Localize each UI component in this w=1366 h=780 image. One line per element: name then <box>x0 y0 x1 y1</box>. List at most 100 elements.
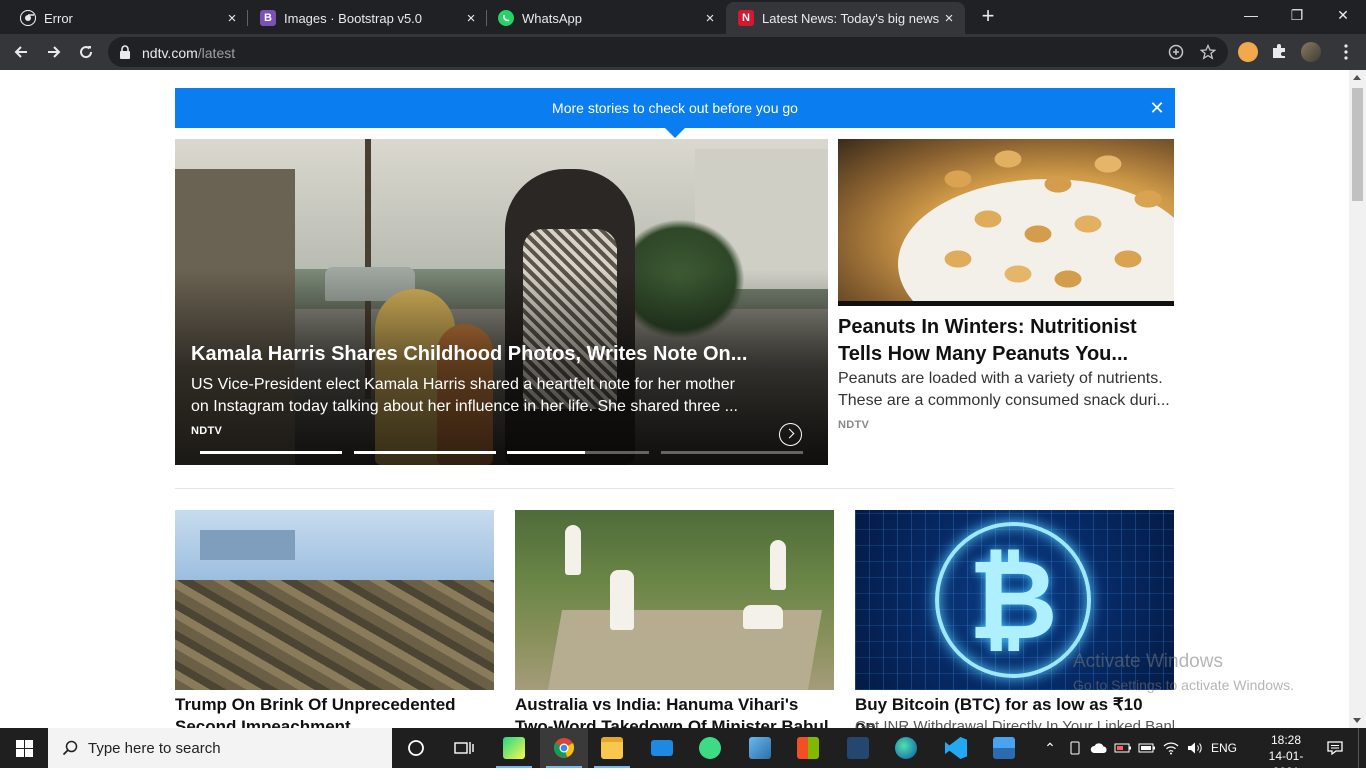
minimize-button[interactable]: — <box>1228 0 1274 32</box>
tab-close-icon[interactable]: × <box>700 10 720 27</box>
folder-icon <box>601 737 623 759</box>
tab-error[interactable]: Error × <box>0 2 248 34</box>
start-button[interactable] <box>0 728 48 768</box>
tab-whatsapp[interactable]: WhatsApp × <box>478 2 726 34</box>
forward-button[interactable] <box>40 38 68 66</box>
volume-icon[interactable] <box>1184 728 1206 768</box>
slide-progress-fill <box>354 451 496 454</box>
taskbar-clock[interactable]: 18:28 14-01-2021 <box>1256 732 1316 780</box>
restore-button[interactable]: ❐ <box>1274 0 1320 32</box>
taskbar-file-explorer[interactable] <box>588 728 636 768</box>
taskbar-android-studio[interactable] <box>686 728 734 768</box>
banner-caret <box>665 128 685 138</box>
tray-device-icon[interactable] <box>1064 728 1086 768</box>
add-icon[interactable] <box>1168 44 1184 60</box>
chrome-icon <box>553 738 575 758</box>
battery-icon[interactable] <box>1136 728 1158 768</box>
tab-title: WhatsApp <box>522 10 582 26</box>
bookmark-star-icon[interactable] <box>1199 43 1217 60</box>
reload-button[interactable] <box>72 38 100 66</box>
card-title[interactable]: Trump On Brink Of Unprecedented Second I… <box>175 694 494 728</box>
new-tab-button[interactable]: + <box>976 5 1000 29</box>
slide-progress-bar[interactable] <box>354 451 496 454</box>
taskbar-mail[interactable] <box>638 728 686 768</box>
tab-title: Latest News: Today's big news he <box>762 10 939 26</box>
scroll-down-icon[interactable] <box>1353 718 1361 723</box>
store-icon <box>797 737 819 759</box>
photo-player <box>565 525 581 575</box>
slide-progress-fill <box>200 451 342 454</box>
close-window-button[interactable]: ✕ <box>1320 0 1366 32</box>
wifi-icon[interactable] <box>1160 728 1182 768</box>
ndtv-icon: N <box>738 10 754 26</box>
input-language[interactable]: ENG <box>1208 728 1240 768</box>
cortana-button[interactable] <box>392 728 440 768</box>
profile-avatar[interactable] <box>1301 42 1321 62</box>
taskbar-edge[interactable] <box>882 728 930 768</box>
section-divider <box>175 488 1174 489</box>
battery-saver-icon[interactable] <box>1112 728 1134 768</box>
show-desktop-button[interactable] <box>1358 728 1366 768</box>
tab-close-icon[interactable]: × <box>222 10 242 27</box>
page-scrollbar[interactable] <box>1349 70 1366 728</box>
photos-icon <box>993 737 1015 759</box>
kebab-menu-icon <box>1344 44 1348 60</box>
more-stories-banner: More stories to check out before you go … <box>175 88 1175 138</box>
image-caption-strip <box>838 301 1174 306</box>
onedrive-cloud-icon[interactable] <box>1088 728 1110 768</box>
side-story-title[interactable]: Peanuts In Winters: Nutritionist Tells H… <box>838 314 1174 368</box>
taskbar-pycharm[interactable] <box>490 728 538 768</box>
taskbar-chrome[interactable] <box>540 728 588 768</box>
photo-sign <box>200 530 295 560</box>
show-hidden-icons-chevron-icon[interactable]: ⌃ <box>1040 728 1060 768</box>
taskbar-device[interactable] <box>736 728 784 768</box>
extension-owl-icon[interactable] <box>1238 42 1258 62</box>
taskbar-photos[interactable] <box>980 728 1028 768</box>
next-slide-icon[interactable] <box>779 423 802 446</box>
taskbar-network-app[interactable] <box>834 728 882 768</box>
lock-icon <box>120 45 130 59</box>
menu-button[interactable] <box>1334 38 1358 66</box>
task-view-button[interactable] <box>440 728 488 768</box>
taskbar-search-box[interactable]: Type here to search <box>48 728 392 768</box>
taskbar-store[interactable] <box>784 728 832 768</box>
scroll-up-icon[interactable] <box>1353 75 1361 80</box>
tab-bootstrap-images[interactable]: B Images · Bootstrap v5.0 × <box>240 2 487 34</box>
side-story-description: Peanuts are loaded with a variety of nut… <box>838 370 1170 409</box>
hero-title[interactable]: Kamala Harris Shares Childhood Photos, W… <box>191 343 791 366</box>
taskbar-vscode[interactable] <box>932 728 980 768</box>
activate-windows-watermark: Activate Windows Go to Settings to activ… <box>1073 651 1294 693</box>
address-bar[interactable]: ndtv.com/latest <box>108 37 1228 67</box>
card-title[interactable]: Australia vs India: Hanuma Vihari's Two-… <box>515 694 834 728</box>
clock-date: 14-01-2021 <box>1268 749 1304 779</box>
banner-close-icon[interactable]: ✕ <box>1147 88 1167 128</box>
back-button[interactable] <box>7 38 35 66</box>
photo-player <box>743 605 783 629</box>
search-placeholder: Type here to search <box>88 740 221 757</box>
card-image-guards[interactable] <box>175 510 494 690</box>
url-text: ndtv.com/latest <box>142 45 235 61</box>
slide-progress-bar[interactable] <box>661 451 803 454</box>
bootstrap-icon: B <box>260 10 276 26</box>
card-description: Get INR Withdrawal Directly In Your Link… <box>855 718 1174 728</box>
slide-progress-fill <box>507 451 586 454</box>
extensions-puzzle-icon[interactable] <box>1270 42 1290 62</box>
device-icon <box>749 737 771 759</box>
slide-progress-bar[interactable] <box>200 451 342 454</box>
side-story-image[interactable] <box>838 139 1174 306</box>
slide-progress-bar[interactable] <box>507 451 649 454</box>
notification-center-icon[interactable] <box>1320 728 1350 768</box>
bitcoin-glyph: ₿ <box>968 536 1058 664</box>
card-image-cricket[interactable] <box>515 510 834 690</box>
photo-player <box>770 540 786 590</box>
scrollbar-thumb[interactable] <box>1352 88 1363 201</box>
watermark-title: Activate Windows <box>1073 651 1223 672</box>
webpage: More stories to check out before you go … <box>0 70 1366 728</box>
hero-story[interactable]: Kamala Harris Shares Childhood Photos, W… <box>175 139 828 465</box>
tab-close-icon[interactable]: × <box>939 10 959 27</box>
watermark-subtitle: Go to Settings to activate Windows. <box>1073 677 1294 693</box>
url-host: ndtv.com <box>142 45 198 61</box>
tab-ndtv-latest[interactable]: N Latest News: Today's big news he × <box>726 2 965 34</box>
windows-logo-icon <box>16 749 24 757</box>
forward-arrow-icon <box>48 46 61 58</box>
